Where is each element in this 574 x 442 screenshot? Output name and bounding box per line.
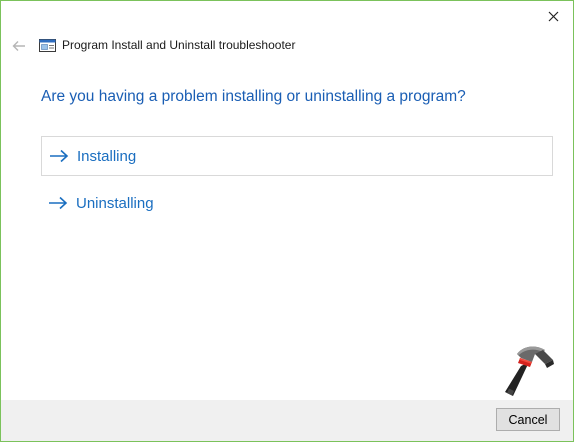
close-button[interactable] [539, 5, 567, 27]
hammer-logo-icon [505, 346, 554, 396]
troubleshooter-icon [39, 38, 56, 52]
troubleshooter-window: Program Install and Uninstall troublesho… [0, 0, 574, 442]
right-arrow-icon [49, 196, 68, 210]
page-heading: Are you having a problem installing or u… [41, 88, 466, 105]
window-title: Program Install and Uninstall troublesho… [62, 38, 296, 52]
back-button[interactable] [11, 39, 27, 53]
option-label: Uninstalling [76, 194, 154, 212]
option-uninstalling[interactable]: Uninstalling [41, 183, 553, 223]
option-installing[interactable]: Installing [41, 136, 553, 176]
close-icon [548, 11, 558, 21]
right-arrow-icon [50, 149, 69, 163]
cancel-button[interactable]: Cancel [496, 408, 560, 431]
title-bar: Program Install and Uninstall troublesho… [39, 38, 295, 52]
back-arrow-icon [12, 41, 25, 51]
option-label: Installing [77, 147, 137, 165]
footer-bar: Cancel [1, 400, 573, 441]
